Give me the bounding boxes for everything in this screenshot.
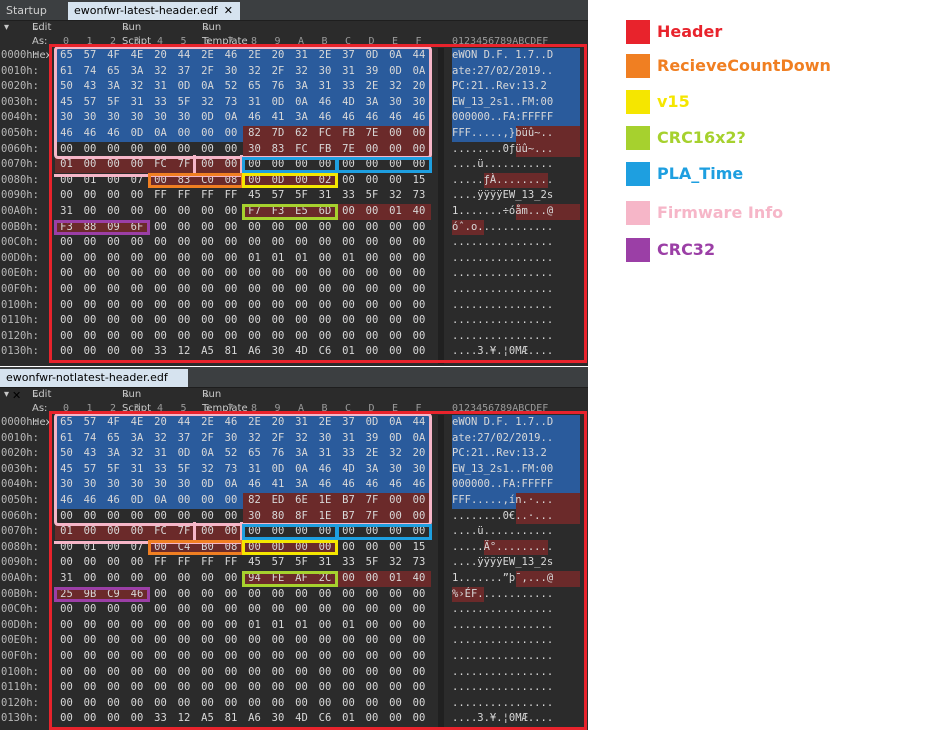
row-address: 0070h: bbox=[1, 525, 39, 538]
legend-swatch bbox=[626, 90, 650, 114]
legend-swatch bbox=[626, 126, 650, 150]
legend-swatch bbox=[626, 162, 650, 186]
chevron-down-icon: ⌄ bbox=[122, 389, 131, 400]
legend-item-recieve-countdown: RecieveCountDown bbox=[626, 54, 936, 78]
tab-bar: Startup ewonfwr-latest-header.edf ✕ bbox=[0, 0, 588, 21]
legend-swatch bbox=[626, 20, 650, 44]
legend-label: v15 bbox=[657, 92, 690, 111]
row-address: 0010h: bbox=[1, 64, 39, 77]
tab-latest-header[interactable]: ewonfwr-latest-header.edf ✕ bbox=[68, 2, 240, 20]
row-address: 00C0h: bbox=[1, 603, 39, 616]
legend-swatch bbox=[626, 238, 650, 262]
row-address: 0130h: bbox=[1, 712, 39, 725]
row-address: 00A0h: bbox=[1, 572, 39, 584]
row-address: 0030h: bbox=[1, 462, 39, 475]
row-address: 00D0h: bbox=[1, 618, 39, 631]
row-address: 0040h: bbox=[1, 111, 39, 124]
chevron-down-icon: ⌄ bbox=[32, 389, 41, 400]
row-address: 00F0h: bbox=[1, 650, 39, 662]
legend-item-firmware-info: Firmware Info bbox=[626, 201, 936, 225]
row-address: 0040h: bbox=[1, 478, 39, 491]
hex-editor-pane-latest: Startup ewonfwr-latest-header.edf ✕ ▾ Edi… bbox=[0, 0, 588, 366]
row-address: 0000h: bbox=[1, 49, 39, 61]
legend-label: CRC32 bbox=[657, 240, 716, 259]
legend-item-v15: v15 bbox=[626, 90, 936, 114]
tab-label: ewonfwr-latest-header.edf bbox=[74, 4, 218, 17]
row-address: 00C0h: bbox=[1, 236, 39, 249]
row-address: 0030h: bbox=[1, 95, 39, 108]
legend-item-crc32: CRC32 bbox=[626, 238, 936, 262]
row-address: 0050h: bbox=[1, 127, 39, 139]
row-address: 0120h: bbox=[1, 696, 39, 709]
legend-label: PLA_Time bbox=[657, 164, 744, 183]
chevron-down-icon: ⌄ bbox=[202, 389, 211, 400]
row-address: 0080h: bbox=[1, 540, 39, 553]
row-address: 0020h: bbox=[1, 447, 39, 460]
tab-notlatest-header[interactable]: ewonfwr-notlatest-header.edf✕ bbox=[0, 369, 188, 402]
row-address: 0060h: bbox=[1, 509, 39, 522]
tab-startup[interactable]: Startup bbox=[0, 2, 53, 20]
row-address: 0020h: bbox=[1, 80, 39, 93]
chevron-down-icon: ⌄ bbox=[32, 22, 41, 33]
legend-swatch bbox=[626, 54, 650, 78]
hex-toolbar: ▾ Edit As: Hex ⌄ Run Script ⌄ Run Templa… bbox=[4, 21, 248, 61]
legend-item-header: Header bbox=[626, 20, 936, 44]
row-address: 00E0h: bbox=[1, 634, 39, 647]
row-address: 0130h: bbox=[1, 345, 39, 358]
collapse-arrows-icon[interactable]: ▾ bbox=[4, 21, 9, 35]
row-address: 0120h: bbox=[1, 329, 39, 342]
chevron-down-icon: ⌄ bbox=[122, 22, 131, 33]
hex-toolbar: ▾ Edit As: Hex ⌄ Run Script ⌄ Run Templa… bbox=[4, 388, 248, 428]
chevron-down-icon: ⌄ bbox=[202, 22, 211, 33]
header-box bbox=[49, 44, 587, 363]
row-address: 00B0h: bbox=[1, 220, 39, 233]
tab-label: Startup bbox=[6, 4, 47, 17]
row-address: 0110h: bbox=[1, 681, 39, 694]
header-box bbox=[49, 411, 587, 730]
legend-label: RecieveCountDown bbox=[657, 56, 831, 75]
row-address: 0110h: bbox=[1, 314, 39, 327]
row-address: 0100h: bbox=[1, 665, 39, 678]
tab-label: ewonfwr-notlatest-header.edf bbox=[6, 371, 168, 384]
row-address: 0050h: bbox=[1, 494, 39, 506]
row-address: 0100h: bbox=[1, 298, 39, 311]
row-address: 00F0h: bbox=[1, 283, 39, 295]
legend-label: Firmware Info bbox=[657, 203, 784, 222]
row-address: 0080h: bbox=[1, 173, 39, 186]
hex-editor-pane-notlatest: ewonfwr-notlatest-header.edf✕ ▾ Edit As:… bbox=[0, 367, 588, 730]
row-address: 0060h: bbox=[1, 142, 39, 155]
row-address: 00E0h: bbox=[1, 267, 39, 280]
row-address: 00D0h: bbox=[1, 251, 39, 264]
row-address: 0070h: bbox=[1, 158, 39, 171]
legend-label: CRC16x2? bbox=[657, 128, 746, 147]
collapse-arrows-icon[interactable]: ▾ bbox=[4, 388, 9, 402]
row-address: 00B0h: bbox=[1, 587, 39, 600]
legend-label: Header bbox=[657, 22, 723, 41]
row-address: 0010h: bbox=[1, 431, 39, 444]
legend-item-pla-time: PLA_Time bbox=[626, 162, 936, 186]
row-address: 0090h: bbox=[1, 189, 39, 202]
row-address: 00A0h: bbox=[1, 205, 39, 217]
row-address: 0000h: bbox=[1, 416, 39, 428]
legend-item-crc16: CRC16x2? bbox=[626, 126, 936, 150]
legend-swatch bbox=[626, 201, 650, 225]
close-icon[interactable]: ✕ bbox=[224, 2, 233, 20]
row-address: 0090h: bbox=[1, 556, 39, 569]
tab-bar: ewonfwr-notlatest-header.edf✕ bbox=[0, 367, 588, 402]
